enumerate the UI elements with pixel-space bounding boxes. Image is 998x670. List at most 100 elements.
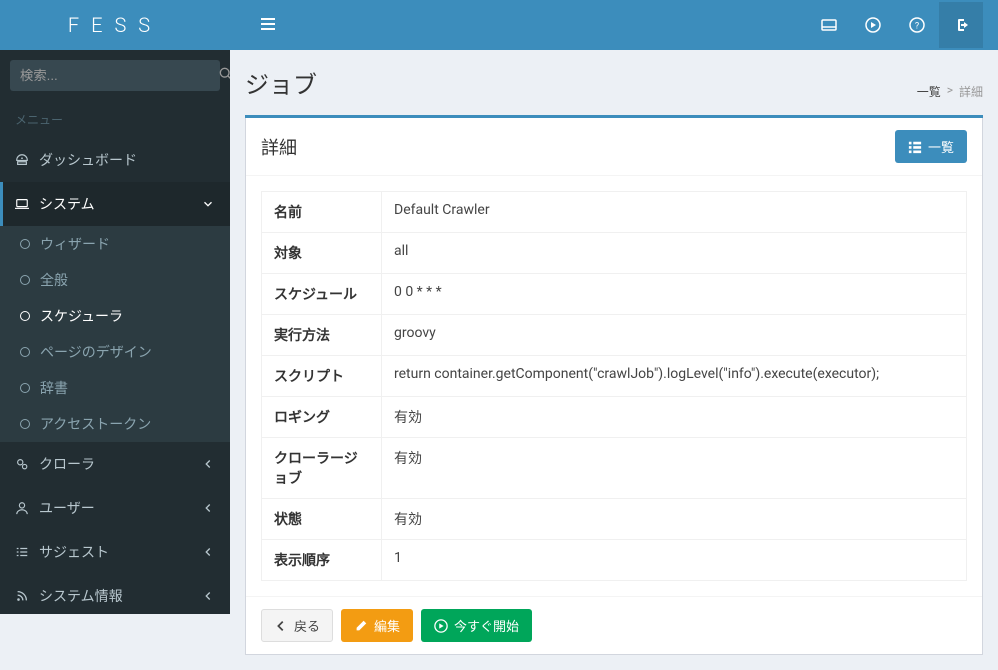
table-row: 対象all — [262, 233, 967, 274]
sidebar-sub-label: ページのデザイン — [40, 342, 152, 362]
row-value: groovy — [382, 315, 967, 356]
cogs-icon — [15, 457, 29, 471]
circle-icon — [20, 275, 30, 285]
laptop-icon — [15, 197, 29, 211]
sidebar-item-system[interactable]: システム — [0, 182, 230, 226]
sidebar-sub-label: 辞書 — [40, 378, 68, 398]
chevron-left-icon — [201, 545, 215, 559]
breadcrumb-list[interactable]: 一覧 — [917, 83, 941, 100]
sidebar-item-label: システム — [39, 194, 95, 214]
edit-button-label: 編集 — [374, 616, 400, 635]
detail-table: 名前Default Crawler対象allスケジュール0 0 * * *実行方… — [261, 191, 967, 581]
sidebar-item-sysinfo[interactable]: システム情報 — [0, 574, 230, 614]
sidebar-item-label: ダッシュボード — [39, 150, 137, 170]
row-value: all — [382, 233, 967, 274]
row-label: スクリプト — [262, 356, 382, 397]
sidebar-item-suggest[interactable]: サジェスト — [0, 530, 230, 574]
row-label: 表示順序 — [262, 540, 382, 581]
row-value: 有効 — [382, 438, 967, 499]
search-button[interactable] — [207, 60, 230, 91]
search-input[interactable] — [10, 60, 207, 91]
row-value: 有効 — [382, 397, 967, 438]
table-row: ロギング有効 — [262, 397, 967, 438]
pencil-icon — [354, 619, 368, 633]
breadcrumb-sep: > — [947, 83, 953, 100]
chevron-left-icon — [201, 457, 215, 471]
menu-icon — [260, 15, 276, 31]
row-label: スケジュール — [262, 274, 382, 315]
table-row: 状態有効 — [262, 499, 967, 540]
card-icon — [821, 17, 837, 33]
sidebar-sub-dictionary[interactable]: 辞書 — [0, 370, 230, 406]
row-label: 対象 — [262, 233, 382, 274]
sidebar-item-user[interactable]: ユーザー — [0, 486, 230, 530]
row-value: Default Crawler — [382, 192, 967, 233]
table-row: 表示順序1 — [262, 540, 967, 581]
sidebar-sub-label: スケジューラ — [40, 306, 123, 326]
list-icon — [15, 545, 29, 559]
sidebar-sub-accesstoken[interactable]: アクセストークン — [0, 406, 230, 442]
table-row: スクリプトreturn container.getComponent("craw… — [262, 356, 967, 397]
chevron-down-icon — [201, 197, 215, 211]
play-circle-icon — [865, 17, 881, 33]
breadcrumb-detail: 詳細 — [959, 83, 983, 100]
dashboard-icon — [15, 153, 29, 167]
play-circle-icon — [434, 619, 448, 633]
row-label: 名前 — [262, 192, 382, 233]
sidebar-item-label: クローラ — [39, 454, 95, 474]
page-title: ジョブ — [245, 65, 317, 100]
sidebar-item-label: サジェスト — [39, 542, 109, 562]
table-row: クローラージョブ有効 — [262, 438, 967, 499]
list-button-label: 一覧 — [928, 137, 954, 156]
nav-notices[interactable] — [807, 2, 851, 48]
row-label: クローラージョブ — [262, 438, 382, 499]
arrow-left-icon — [274, 619, 288, 633]
sidebar-sub-pagedesign[interactable]: ページのデザイン — [0, 334, 230, 370]
row-value: 有効 — [382, 499, 967, 540]
sidebar-item-dashboard[interactable]: ダッシュボード — [0, 138, 230, 182]
sign-out-icon — [953, 17, 969, 33]
rss-icon — [15, 589, 29, 603]
menu-header: メニュー — [0, 101, 230, 138]
sidebar-sub-scheduler[interactable]: スケジューラ — [0, 298, 230, 334]
sidebar-sub-label: アクセストークン — [40, 414, 151, 434]
sidebar-toggle[interactable] — [245, 15, 291, 35]
circle-icon — [20, 239, 30, 249]
row-value: 1 — [382, 540, 967, 581]
start-now-button-label: 今すぐ開始 — [454, 616, 519, 635]
circle-icon — [20, 383, 30, 393]
chevron-left-icon — [201, 589, 215, 603]
sidebar-sub-label: ウィザード — [40, 234, 110, 254]
row-label: 実行方法 — [262, 315, 382, 356]
user-icon — [15, 501, 29, 515]
circle-icon — [20, 419, 30, 429]
nav-help[interactable]: ? — [895, 2, 939, 48]
list-button[interactable]: 一覧 — [895, 130, 967, 163]
question-circle-icon: ? — [909, 17, 925, 33]
circle-icon — [20, 311, 30, 321]
table-row: 実行方法groovy — [262, 315, 967, 356]
th-list-icon — [908, 140, 922, 154]
panel-title: 詳細 — [261, 134, 297, 160]
sidebar-item-label: ユーザー — [39, 498, 95, 518]
sidebar-sub-wizard[interactable]: ウィザード — [0, 226, 230, 262]
row-value: return container.getComponent("crawlJob"… — [382, 356, 967, 397]
sidebar-sub-general[interactable]: 全般 — [0, 262, 230, 298]
search-icon — [219, 67, 230, 81]
table-row: 名前Default Crawler — [262, 192, 967, 233]
circle-icon — [20, 347, 30, 357]
nav-logout[interactable] — [939, 2, 983, 48]
row-label: 状態 — [262, 499, 382, 540]
sidebar-item-crawler[interactable]: クローラ — [0, 442, 230, 486]
breadcrumb: 一覧 > 詳細 — [917, 83, 983, 100]
sidebar-sub-label: 全般 — [40, 270, 68, 290]
table-row: スケジュール0 0 * * * — [262, 274, 967, 315]
row-value: 0 0 * * * — [382, 274, 967, 315]
back-button-label: 戻る — [294, 616, 320, 635]
sidebar-item-label: システム情報 — [39, 586, 123, 606]
svg-text:?: ? — [915, 22, 919, 32]
nav-play[interactable] — [851, 2, 895, 48]
row-label: ロギング — [262, 397, 382, 438]
chevron-left-icon — [201, 501, 215, 515]
brand-logo[interactable]: FESS — [0, 0, 230, 50]
